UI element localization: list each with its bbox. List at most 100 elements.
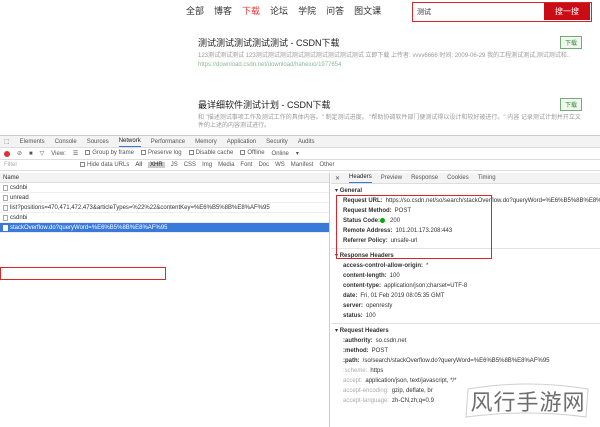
checkbox-icon — [80, 161, 85, 167]
result-title[interactable]: 最详细软件测试计划 - CSDN下载 — [198, 98, 582, 111]
devtools-tab[interactable]: Sources — [87, 139, 109, 145]
offline-toggle[interactable]: Offline — [240, 150, 265, 157]
request-list: Name csdnbi unread list?positions=470,471,… — [0, 173, 330, 427]
header-value: zh-CN,zh;q=0.9 — [392, 398, 434, 404]
result-url[interactable]: https://download.csdn.net/download/hahei… — [198, 62, 582, 68]
devtools-tab[interactable]: Console — [55, 139, 77, 145]
header-key: :path: — [343, 358, 360, 364]
throttle-select[interactable]: Online — [272, 151, 289, 157]
request-row[interactable]: csdnbi — [0, 213, 329, 223]
request-row[interactable]: stackOverflow.do?queryWord=%E6%B5%8B%E8%… — [0, 223, 329, 233]
name-column-header[interactable]: Name — [0, 173, 329, 183]
hide-data-urls-toggle[interactable]: Hide data URLs — [80, 161, 130, 169]
nav-item[interactable]: 论坛 — [270, 4, 288, 17]
header-value: application/json;charset=UTF-8 — [384, 283, 468, 289]
filter-type[interactable]: Doc — [258, 162, 269, 168]
devtools-tab[interactable]: Memory — [195, 139, 217, 145]
result-title[interactable]: 测试测试测试测试测试 - CSDN下载 — [198, 36, 582, 49]
nav-item[interactable]: 图文课 — [354, 4, 381, 17]
detail-tab[interactable]: Timing — [478, 175, 496, 181]
record-icon[interactable] — [4, 150, 10, 157]
list-view-icon[interactable]: ☰ — [73, 150, 78, 157]
header-key: accept: — [343, 378, 363, 384]
chevron-down-icon[interactable]: ▾ — [296, 150, 299, 157]
network-toolbar: ⊘ ■ ▽ View: ☰ Group by frame Preserve lo… — [0, 148, 600, 160]
filter-type[interactable]: All — [135, 162, 142, 168]
file-icon — [3, 214, 8, 221]
filter-type[interactable]: WS — [275, 162, 285, 168]
devtools-tab[interactable]: Elements — [20, 139, 45, 145]
devtools-tab[interactable]: Application — [227, 139, 256, 145]
file-icon — [3, 224, 8, 231]
devtools-tab[interactable]: Audits — [298, 139, 315, 145]
nav-item[interactable]: 全部 — [186, 4, 204, 17]
request-name: unread — [10, 194, 29, 201]
group-by-frame-toggle[interactable]: Group by frame — [85, 150, 134, 157]
filter-type[interactable]: CSS — [184, 162, 196, 168]
header-key: content-length: — [343, 273, 387, 279]
close-icon[interactable]: ✕ — [335, 175, 340, 182]
devtools-tab[interactable]: Security — [266, 139, 288, 145]
download-badge[interactable]: 下载 — [559, 98, 582, 111]
filter-bar: Filter Hide data URLs All XHR JS CSS Img Medi… — [0, 160, 600, 171]
offline-label: Offline — [247, 150, 265, 157]
camera-icon[interactable]: ■ — [29, 151, 33, 157]
filter-type[interactable]: Media — [218, 162, 234, 168]
request-row[interactable]: csdnbi — [0, 183, 329, 193]
header-key: :authority: — [343, 338, 373, 344]
filter-type[interactable]: Font — [240, 162, 252, 168]
request-row[interactable]: list?positions=470,471,472,473&articleTy… — [0, 203, 329, 213]
detail-tab[interactable]: Headers — [349, 173, 372, 183]
nav-item[interactable]: 博客 — [214, 4, 232, 17]
header-value: 100 — [389, 273, 400, 279]
devtools-tab[interactable]: Performance — [151, 139, 185, 145]
file-icon — [3, 204, 8, 211]
detail-tab[interactable]: Preview — [381, 175, 402, 181]
header-key: :scheme: — [343, 368, 368, 374]
file-icon — [3, 184, 8, 191]
devtools-tab[interactable]: Network — [118, 136, 141, 147]
clear-icon[interactable]: ⊘ — [17, 150, 22, 157]
header-value: application/json, text/javascript, */* — [365, 378, 457, 384]
inspect-icon[interactable]: ⬚ — [4, 138, 10, 145]
result-item[interactable]: 最详细软件测试计划 - CSDN下载 下载 和 "描述测试事项工作及测试工作的具… — [198, 98, 582, 130]
csdn-search-page: 全部博客下载论坛学院问答图文课 搜一搜 测试测试测试测试测试 - CSDN下载 … — [0, 0, 600, 135]
nav-item[interactable]: 问答 — [326, 4, 344, 17]
detail-tabs: ✕ Headers Preview Response Cookies Timing — [331, 173, 600, 184]
search-box: 搜一搜 — [412, 2, 592, 22]
filter-type[interactable]: Other — [319, 162, 334, 168]
header-row: date: Fri, 01 Feb 2019 08:05:35 GMT — [331, 291, 600, 301]
download-badge[interactable]: 下载 — [559, 36, 582, 49]
filter-icon[interactable]: ▽ — [40, 150, 45, 157]
request-name: list?positions=470,471,472,473&articleTy… — [10, 204, 270, 211]
hide-data-urls-label: Hide data URLs — [87, 162, 130, 169]
detail-tab[interactable]: Cookies — [447, 175, 469, 181]
nav-item[interactable]: 学院 — [298, 4, 316, 17]
divider — [331, 323, 600, 324]
checkbox-icon — [240, 150, 246, 156]
header-row: server: openresty — [331, 301, 600, 311]
filter-type[interactable]: Manifest — [291, 162, 314, 168]
filter-type[interactable]: XHR — [148, 162, 165, 168]
header-row: content-length: 100 — [331, 271, 600, 281]
header-row: :path:/so/search/stackOverflow.do?queryW… — [331, 356, 600, 366]
header-row: :method: POST — [331, 346, 600, 356]
header-key: content-type: — [343, 283, 381, 289]
request-headers-section-header[interactable]: ▾ Request Headers — [331, 327, 600, 336]
disable-cache-toggle[interactable]: Disable cache — [188, 150, 233, 157]
preserve-log-toggle[interactable]: Preserve log — [140, 150, 182, 157]
nav-item[interactable]: 下载 — [242, 4, 260, 17]
request-row[interactable]: unread — [0, 193, 329, 203]
header-key: accept-language: — [343, 398, 390, 404]
filter-type[interactable]: JS — [171, 162, 178, 168]
filter-type[interactable]: Img — [202, 162, 212, 168]
header-row: :scheme: https — [331, 366, 600, 376]
header-row: :authority: so.csdn.net — [331, 336, 600, 346]
search-button[interactable]: 搜一搜 — [544, 3, 590, 20]
checkbox-icon — [188, 150, 194, 156]
filter-input[interactable]: Filter — [4, 162, 74, 168]
result-item[interactable]: 测试测试测试测试测试 - CSDN下载 下载 123测试测试测试 123测试测试… — [198, 36, 582, 68]
watermark-text: 风行手游网 — [470, 391, 586, 416]
detail-tab[interactable]: Response — [411, 175, 438, 181]
search-input[interactable] — [413, 3, 545, 20]
